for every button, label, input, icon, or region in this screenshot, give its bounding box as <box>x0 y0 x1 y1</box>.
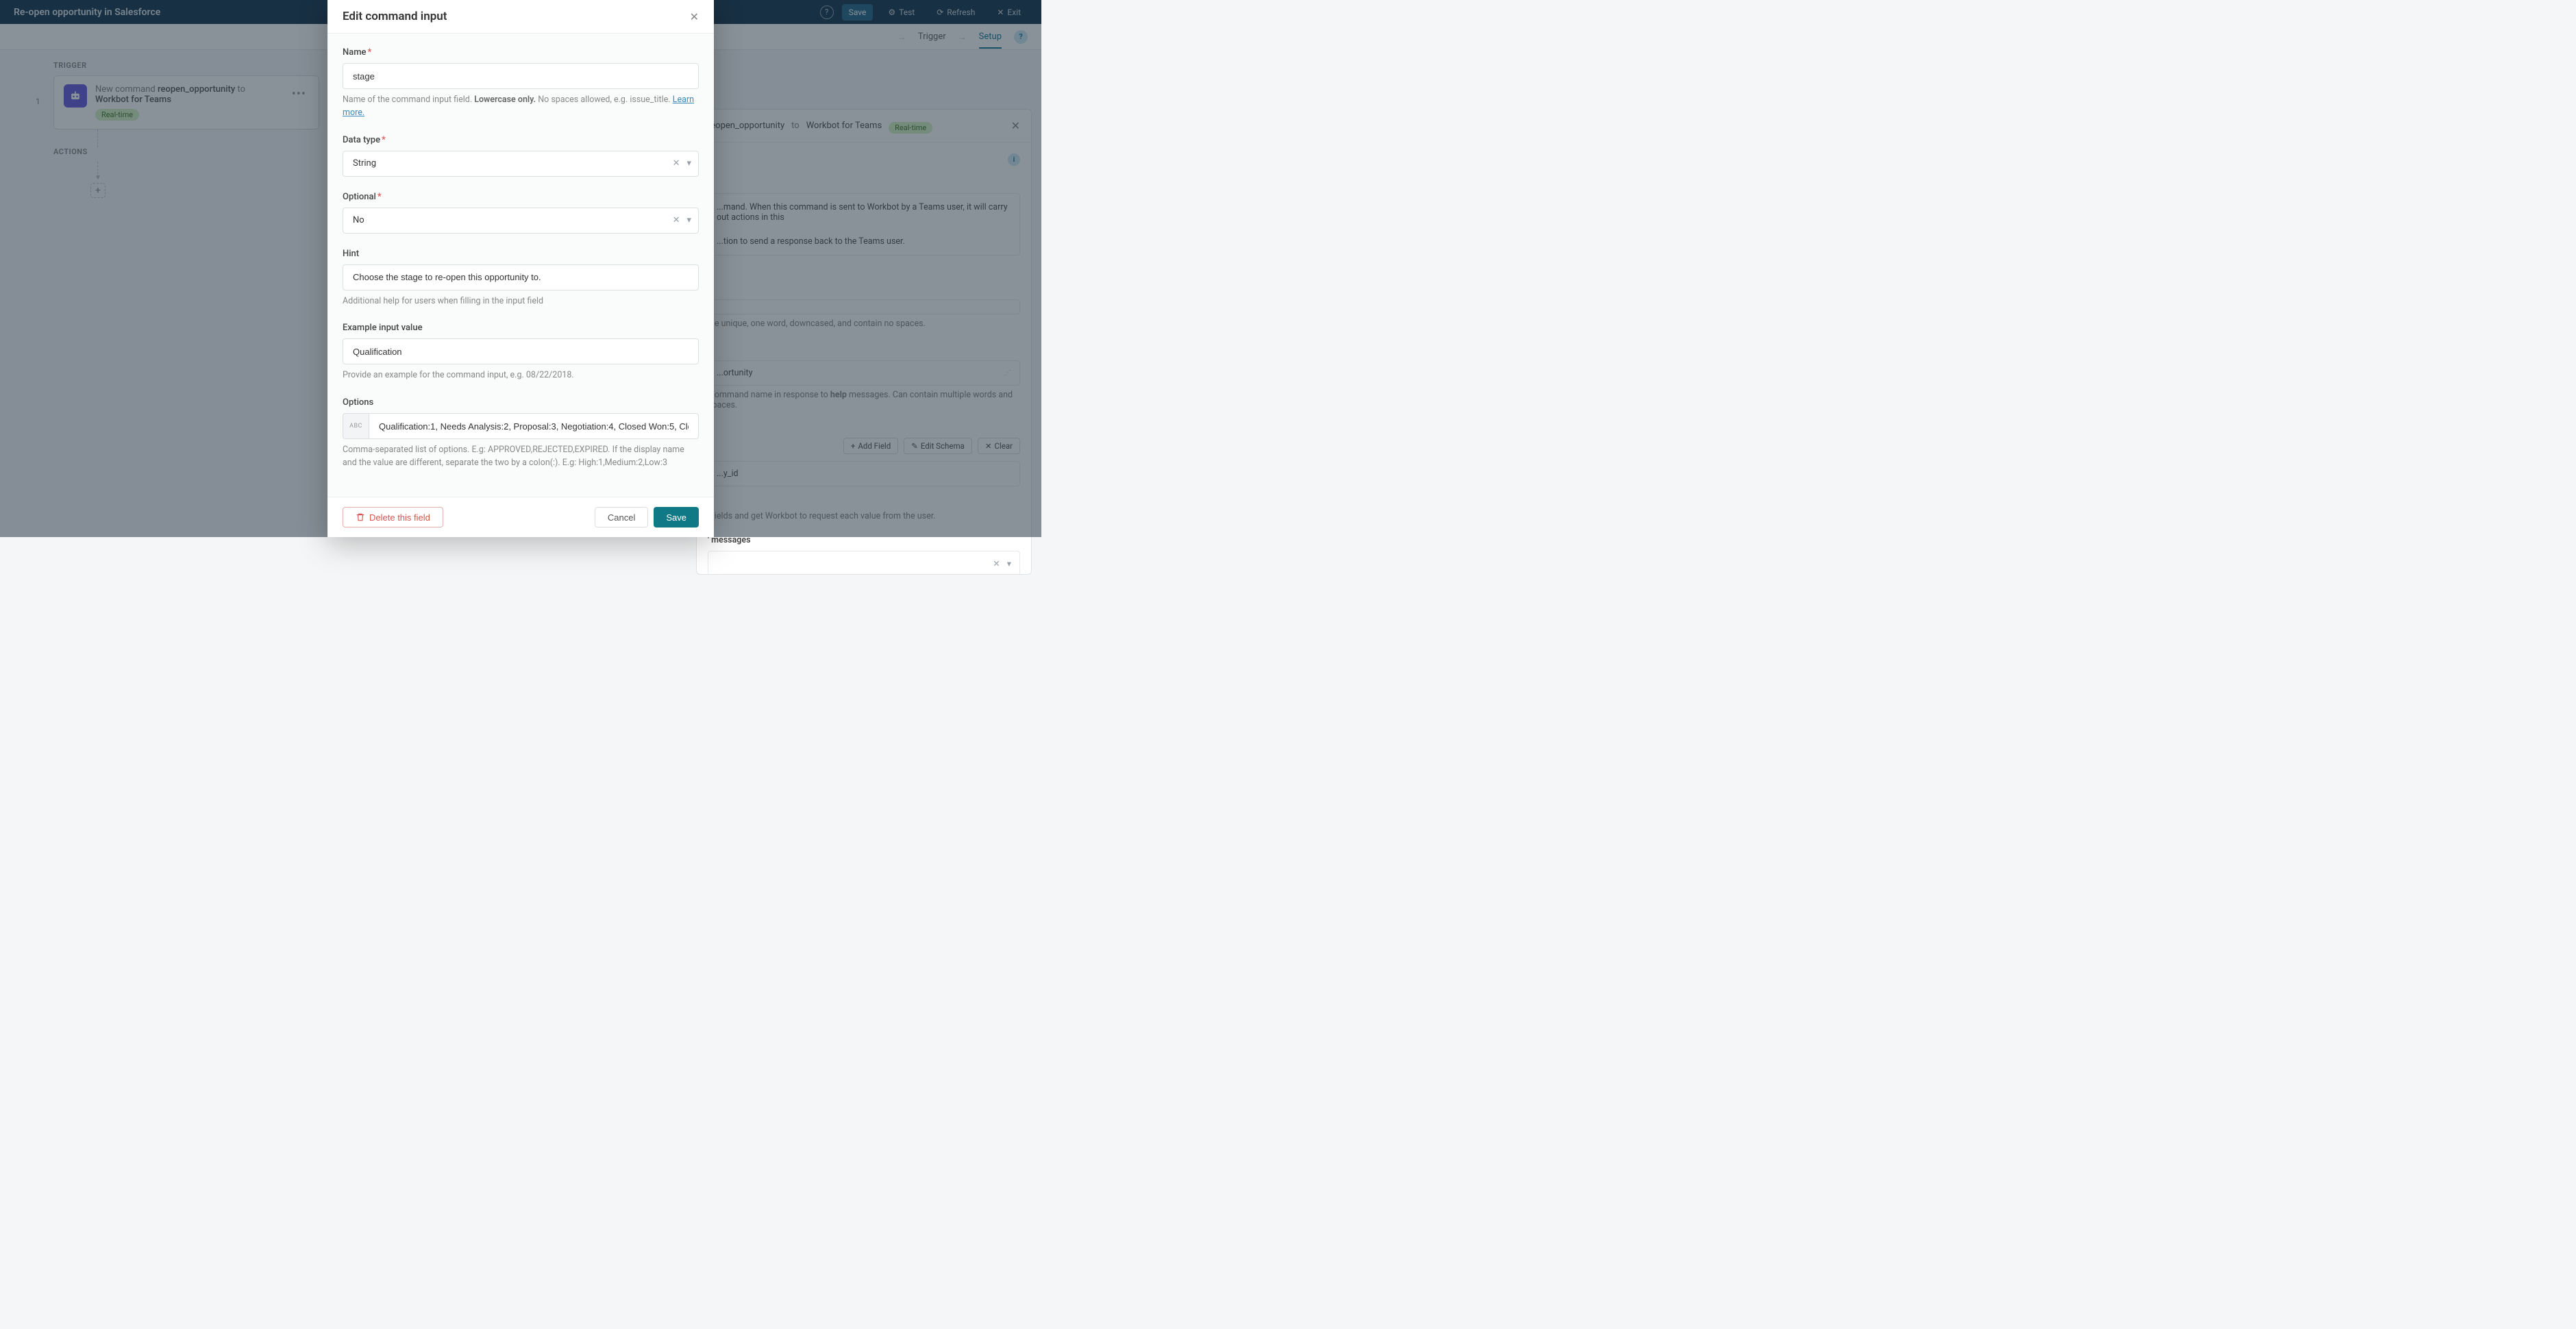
modal-header: Edit command input ✕ <box>327 0 714 34</box>
hint-input[interactable] <box>343 264 699 290</box>
modal-overlay: Edit command input ✕ Name* Name of the c… <box>0 0 1041 537</box>
options-row: ABC <box>343 413 699 439</box>
field-example-group: Example input value Provide an example f… <box>343 323 699 382</box>
config-hide-field[interactable]: ✕ ▾ <box>708 551 1020 575</box>
name-help: Name of the command input field. Lowerca… <box>343 94 699 120</box>
field-hint-group: Hint Additional help for users when fill… <box>343 249 699 308</box>
delete-field-button[interactable]: Delete this field <box>343 507 443 527</box>
datatype-select[interactable]: String ✕ ▾ <box>343 151 699 177</box>
modal-close-button[interactable]: ✕ <box>690 10 699 23</box>
field-datatype-group: Data type* String ✕ ▾ <box>343 135 699 177</box>
trash-icon <box>356 512 365 522</box>
chevron-down-icon[interactable]: ▾ <box>686 215 691 225</box>
optional-value: No <box>353 215 364 225</box>
modal-footer: Delete this field Cancel Save <box>327 497 714 537</box>
options-help: Comma-separated list of options. E.g: AP… <box>343 444 699 470</box>
cancel-button[interactable]: Cancel <box>595 507 648 527</box>
chevron-down-icon[interactable]: ▾ <box>1007 558 1011 569</box>
name-help-pre: Name of the command input field. <box>343 95 474 105</box>
options-input[interactable] <box>369 413 699 439</box>
optional-label-text: Optional <box>343 192 376 202</box>
options-type-icon: ABC <box>343 413 369 439</box>
chevron-down-icon[interactable]: ▾ <box>686 158 691 169</box>
modal-title: Edit command input <box>343 10 447 23</box>
datatype-label-text: Data type <box>343 135 380 145</box>
name-label: Name* <box>343 47 699 58</box>
field-optional-group: Optional* No ✕ ▾ <box>343 192 699 234</box>
field-options-group: Options ABC Comma-separated list of opti… <box>343 397 699 470</box>
clear-icon[interactable]: ✕ <box>673 215 680 225</box>
clear-icon[interactable]: ✕ <box>673 158 680 169</box>
name-label-text: Name <box>343 47 367 58</box>
name-input[interactable] <box>343 63 699 89</box>
clear-icon[interactable]: ✕ <box>993 558 1000 569</box>
datatype-label: Data type* <box>343 135 699 145</box>
field-name-group: Name* Name of the command input field. L… <box>343 47 699 120</box>
example-help: Provide an example for the command input… <box>343 369 699 382</box>
select-controls: ✕ ▾ <box>993 558 1011 569</box>
delete-label: Delete this field <box>369 512 430 523</box>
name-help-post: No spaces allowed, e.g. issue_title. <box>536 95 673 105</box>
datatype-value: String <box>353 158 376 169</box>
edit-command-input-modal: Edit command input ✕ Name* Name of the c… <box>327 0 714 537</box>
hint-label: Hint <box>343 249 699 259</box>
hint-help: Additional help for users when filling i… <box>343 295 699 308</box>
modal-save-button[interactable]: Save <box>654 507 699 527</box>
optional-label: Optional* <box>343 192 699 202</box>
name-help-bold: Lowercase only. <box>474 95 536 105</box>
example-input[interactable] <box>343 338 699 364</box>
modal-body: Name* Name of the command input field. L… <box>327 34 714 497</box>
options-label: Options <box>343 397 699 408</box>
example-label: Example input value <box>343 323 699 333</box>
optional-select[interactable]: No ✕ ▾ <box>343 208 699 234</box>
